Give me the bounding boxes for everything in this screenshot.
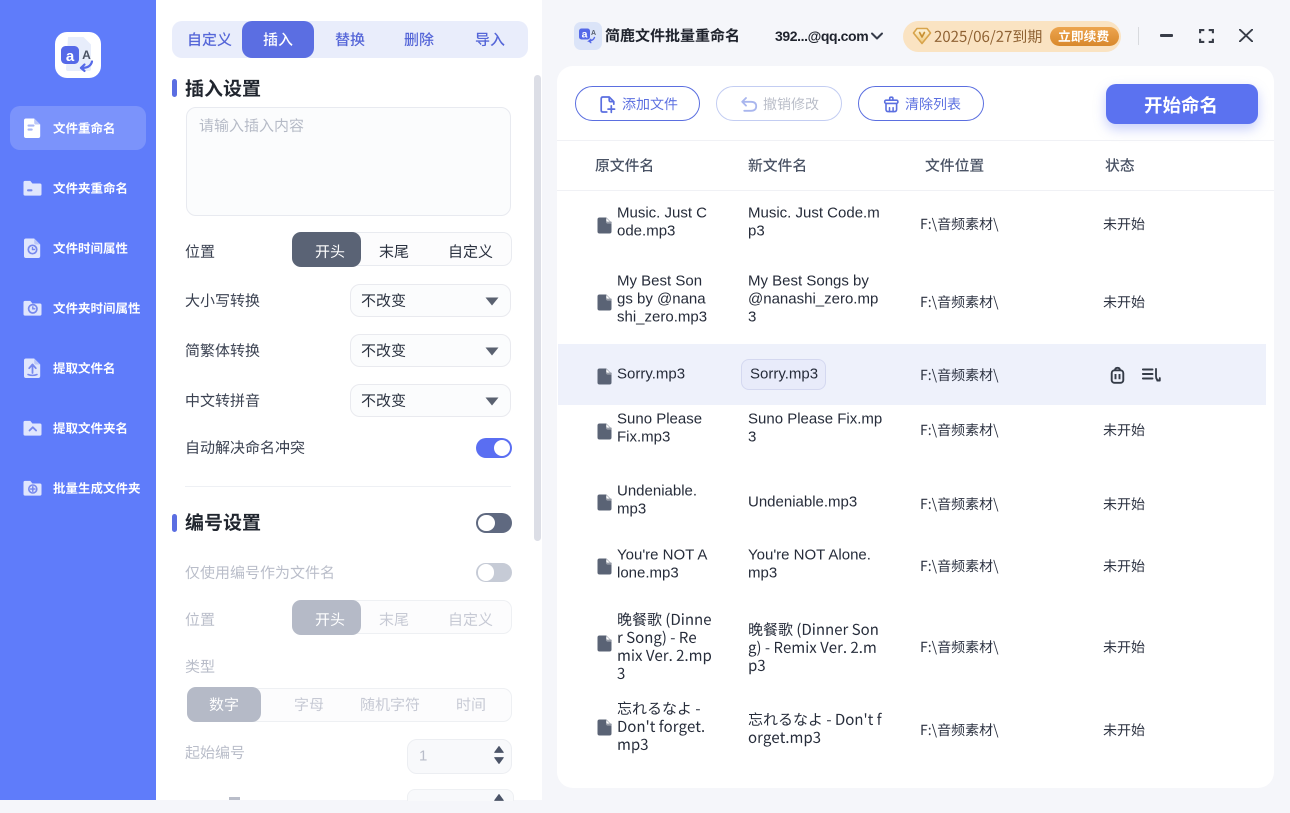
- svg-text:a: a: [582, 29, 588, 41]
- svg-text:A: A: [591, 30, 596, 37]
- svg-text:a: a: [66, 48, 75, 65]
- svg-text:A: A: [82, 48, 91, 62]
